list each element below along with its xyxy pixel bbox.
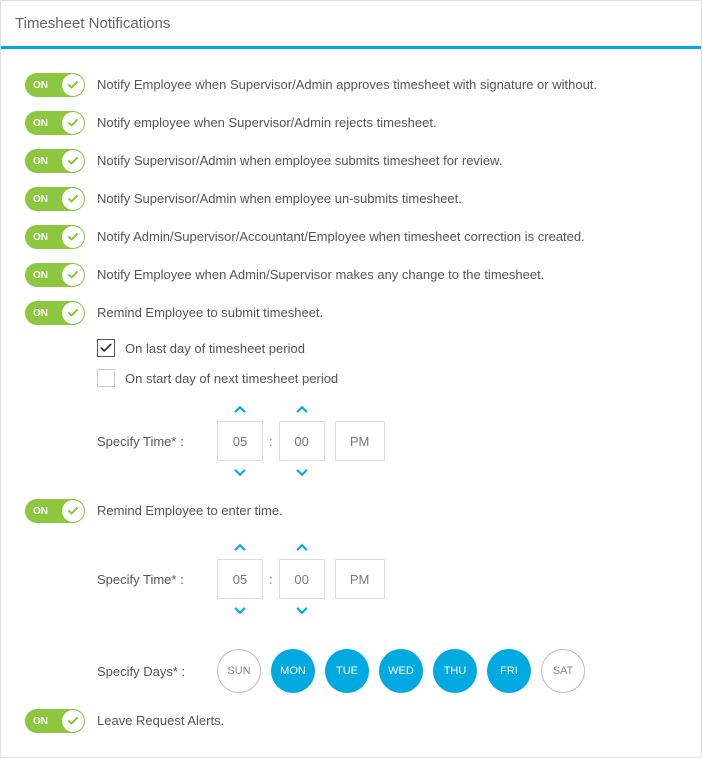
toggle-knob: [62, 500, 84, 522]
hour-down-button[interactable]: [231, 465, 249, 479]
notification-text: Remind Employee to enter time.: [97, 499, 283, 520]
day-chip-wed[interactable]: WED: [379, 649, 423, 693]
toggle-reject-notify[interactable]: ON: [25, 111, 85, 135]
panel-title: Timesheet Notifications: [15, 15, 170, 32]
notification-text: Notify Supervisor/Admin when employee su…: [97, 149, 502, 170]
hour-spinner: 05: [217, 399, 263, 483]
remind-submit-options: On last day of timesheet period On start…: [97, 339, 677, 483]
chevron-up-icon: [233, 405, 247, 415]
notification-row: ON Notify Employee when Supervisor/Admin…: [25, 73, 677, 97]
toggle-on-label: ON: [33, 118, 48, 129]
hour-spinner: 05: [217, 537, 263, 621]
notification-text: Remind Employee to submit timesheet.: [97, 301, 323, 322]
toggle-on-label: ON: [33, 716, 48, 727]
minute-down-button[interactable]: [293, 465, 311, 479]
toggle-submit-notify[interactable]: ON: [25, 149, 85, 173]
remind-submit-row: ON Remind Employee to submit timesheet.: [25, 301, 677, 325]
timesheet-notifications-panel: Timesheet Notifications ON Notify Employ…: [0, 0, 702, 758]
toggle-knob: [62, 112, 84, 134]
toggle-change-notify[interactable]: ON: [25, 263, 85, 287]
toggle-on-label: ON: [33, 506, 48, 517]
toggle-on-label: ON: [33, 80, 48, 91]
hour-up-button[interactable]: [231, 403, 249, 417]
chevron-up-icon: [295, 405, 309, 415]
toggle-knob: [62, 302, 84, 324]
toggle-knob: [62, 188, 84, 210]
toggle-knob: [62, 74, 84, 96]
check-icon: [99, 341, 113, 355]
toggle-knob: [62, 264, 84, 286]
toggle-on-label: ON: [33, 156, 48, 167]
notification-text: Notify Employee when Admin/Supervisor ma…: [97, 263, 544, 284]
time-colon: :: [263, 421, 279, 461]
toggle-approve-notify[interactable]: ON: [25, 73, 85, 97]
notification-text: Leave Request Alerts.: [97, 709, 224, 730]
toggle-knob: [62, 710, 84, 732]
day-chip-mon[interactable]: MON: [271, 649, 315, 693]
day-chip-fri[interactable]: FRI: [487, 649, 531, 693]
notification-row: ON Notify Supervisor/Admin when employee…: [25, 187, 677, 211]
chevron-down-icon: [295, 605, 309, 615]
toggle-on-label: ON: [33, 308, 48, 319]
time-label: Specify Time* :: [97, 572, 217, 587]
checkbox-last-day[interactable]: [97, 339, 115, 357]
notification-row: ON Notify Admin/Supervisor/Accountant/Em…: [25, 225, 677, 249]
leave-alerts-row: ON Leave Request Alerts.: [25, 709, 677, 733]
panel-header: Timesheet Notifications: [1, 1, 701, 49]
remind-enter-options: Specify Time* : 05 : 00 PM Specify Days*…: [97, 537, 677, 693]
toggle-leave-alerts[interactable]: ON: [25, 709, 85, 733]
day-chip-tue[interactable]: TUE: [325, 649, 369, 693]
toggle-on-label: ON: [33, 270, 48, 281]
toggle-unsubmit-notify[interactable]: ON: [25, 187, 85, 211]
notification-row: ON Notify Supervisor/Admin when employee…: [25, 149, 677, 173]
minute-up-button[interactable]: [293, 541, 311, 555]
hour-value[interactable]: 05: [217, 559, 263, 599]
toggle-on-label: ON: [33, 232, 48, 243]
notification-text: Notify Admin/Supervisor/Accountant/Emplo…: [97, 225, 585, 246]
toggle-knob: [62, 226, 84, 248]
checkbox-row-last-day: On last day of timesheet period: [97, 339, 677, 357]
checkbox-label: On last day of timesheet period: [125, 341, 305, 356]
minute-spinner: 00: [279, 537, 325, 621]
minute-up-button[interactable]: [293, 403, 311, 417]
hour-up-button[interactable]: [231, 541, 249, 555]
day-chip-thu[interactable]: THU: [433, 649, 477, 693]
hour-value[interactable]: 05: [217, 421, 263, 461]
checkbox-label: On start day of next timesheet period: [125, 371, 338, 386]
remind-enter-row: ON Remind Employee to enter time.: [25, 499, 677, 523]
days-label: Specify Days* :: [97, 664, 217, 679]
days-row: Specify Days* : SUN MON TUE WED THU FRI …: [97, 649, 677, 693]
notification-text: Notify Supervisor/Admin when employee un…: [97, 187, 462, 208]
ampm-toggle[interactable]: PM: [335, 421, 385, 461]
time-row-enter: Specify Time* : 05 : 00 PM: [97, 537, 677, 621]
time-colon: :: [263, 559, 279, 599]
minute-spinner: 00: [279, 399, 325, 483]
minute-down-button[interactable]: [293, 603, 311, 617]
notification-row: ON Notify Employee when Admin/Supervisor…: [25, 263, 677, 287]
toggle-correction-notify[interactable]: ON: [25, 225, 85, 249]
chevron-down-icon: [233, 605, 247, 615]
notification-text: Notify employee when Supervisor/Admin re…: [97, 111, 437, 132]
chevron-down-icon: [233, 467, 247, 477]
time-row-submit: Specify Time* : 05 : 00 PM: [97, 399, 677, 483]
minute-value[interactable]: 00: [279, 421, 325, 461]
notification-text: Notify Employee when Supervisor/Admin ap…: [97, 73, 597, 94]
hour-down-button[interactable]: [231, 603, 249, 617]
toggle-knob: [62, 150, 84, 172]
time-label: Specify Time* :: [97, 434, 217, 449]
day-chip-sun[interactable]: SUN: [217, 649, 261, 693]
ampm-toggle[interactable]: PM: [335, 559, 385, 599]
checkbox-start-day[interactable]: [97, 369, 115, 387]
toggle-remind-submit[interactable]: ON: [25, 301, 85, 325]
panel-body: ON Notify Employee when Supervisor/Admin…: [1, 49, 701, 757]
minute-value[interactable]: 00: [279, 559, 325, 599]
toggle-remind-enter[interactable]: ON: [25, 499, 85, 523]
chevron-up-icon: [233, 543, 247, 553]
chevron-up-icon: [295, 543, 309, 553]
checkbox-row-start-day: On start day of next timesheet period: [97, 369, 677, 387]
notification-row: ON Notify employee when Supervisor/Admin…: [25, 111, 677, 135]
day-chip-sat[interactable]: SAT: [541, 649, 585, 693]
chevron-down-icon: [295, 467, 309, 477]
toggle-on-label: ON: [33, 194, 48, 205]
